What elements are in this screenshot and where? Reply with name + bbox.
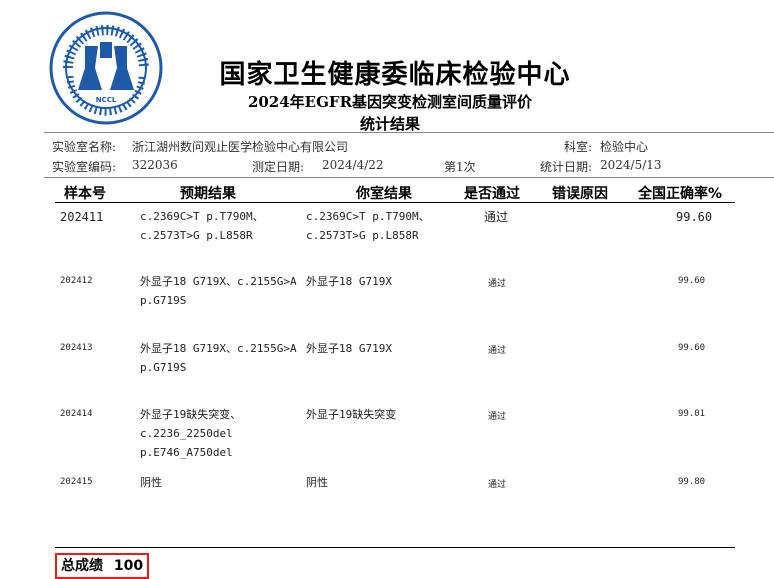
table-row-rate: 99.01: [678, 409, 706, 419]
table-row-yours: 外显子19缺失突变: [306, 408, 397, 421]
table-row-passed: 通过: [488, 480, 507, 490]
report-subtitle-2: 统计结果: [359, 115, 420, 133]
table-row-yours: 阴性: [306, 476, 328, 489]
stat-date: 2024/5/13: [600, 158, 662, 172]
table-row-rate: 99.80: [678, 477, 706, 487]
header-divider: [55, 202, 735, 203]
nccl-logo: NCCL: [49, 11, 163, 125]
dept-label: 科室:: [564, 140, 593, 154]
page-title: 国家卫生健康委临床检验中心: [219, 60, 571, 90]
col-header-reason: 错误原因: [552, 186, 608, 202]
total-score-box: 总成绩 100: [55, 553, 150, 579]
lab-code-label: 实验室编码:: [52, 160, 117, 174]
table-row-yours: 外显子18 G719X: [306, 275, 392, 288]
lab-name: 浙江湖州数问观止医学检验中心有限公司: [132, 140, 349, 154]
table-row-passed: 通过: [488, 412, 507, 422]
total-score-value: 100: [113, 558, 144, 574]
table-row-sample: 202414: [60, 409, 93, 419]
table-row-expected: 阴性: [140, 476, 162, 489]
col-header-expected: 预期结果: [180, 186, 236, 202]
stat-date-label: 统计日期:: [540, 160, 593, 174]
test-date: 2024/4/22: [322, 158, 384, 172]
dept: 检验中心: [600, 140, 649, 154]
test-date-label: 测定日期:: [252, 160, 305, 174]
total-score-label: 总成绩: [61, 558, 103, 574]
round: 第1次: [444, 160, 476, 174]
table-row-yours: c.2369C>T p.T790M、c.2573T>G p.L858R: [306, 210, 430, 242]
logo-center-text: NCCL: [96, 96, 117, 104]
table-row-passed: 通过: [488, 279, 507, 289]
footer-divider: [55, 547, 735, 548]
table-row-passed: 通过: [488, 346, 507, 356]
table-row-rate: 99.60: [678, 276, 706, 286]
report-subtitle: 2024年EGFR基因突变检测室间质量评价: [247, 93, 533, 111]
col-header-passed: 是否通过: [464, 186, 520, 202]
lab-code: 322036: [132, 158, 178, 172]
table-row-sample: 202415: [60, 477, 93, 487]
table-row-yours: 外显子18 G719X: [306, 342, 392, 355]
col-header-yours: 你室结果: [356, 186, 412, 202]
table-row-expected: 外显子19缺失突变、c.2236_2250del p.E746_A750del: [140, 408, 242, 459]
table-row-expected: c.2369C>T p.T790M、c.2573T>G p.L858R: [140, 210, 264, 242]
col-header-rate: 全国正确率%: [638, 186, 723, 202]
table-row-sample: 202411: [60, 210, 104, 224]
table-row-passed: 通过: [484, 210, 509, 224]
table-row-sample: 202413: [60, 343, 93, 353]
lab-name-label: 实验室名称:: [52, 140, 117, 154]
lab-info-box: 实验室名称: 浙江湖州数问观止医学检验中心有限公司 科室: 检验中心 实验室编码…: [44, 132, 774, 178]
table-row-expected: 外显子18 G719X、c.2155G>A p.G719S: [140, 342, 297, 374]
table-row-expected: 外显子18 G719X、c.2155G>A p.G719S: [140, 275, 297, 307]
col-header-sample: 样本号: [64, 186, 106, 202]
table-row-rate: 99.60: [678, 343, 706, 353]
table-row-rate: 99.60: [676, 210, 713, 224]
table-row-sample: 202412: [60, 276, 93, 286]
